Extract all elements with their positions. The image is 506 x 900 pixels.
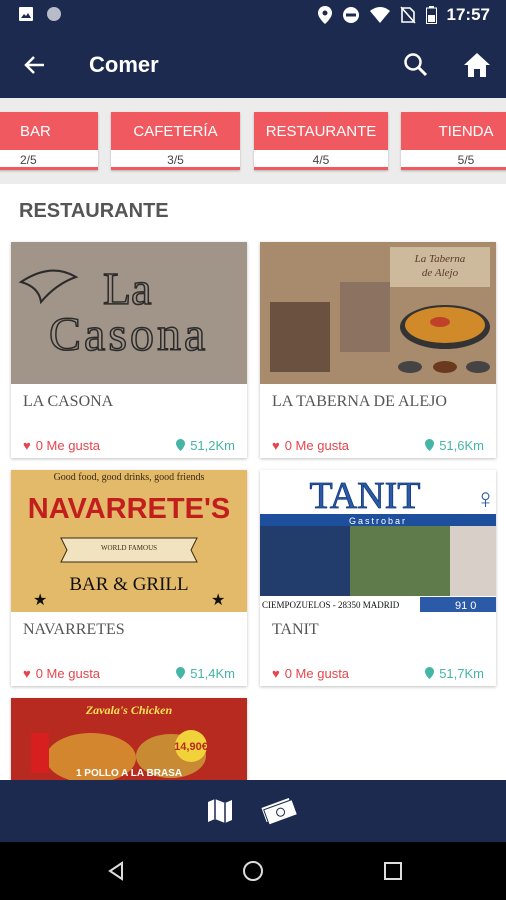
- restaurant-name: LA CASONA: [23, 393, 114, 410]
- tab-count: 3/5: [111, 150, 240, 170]
- tab-count: 4/5: [254, 150, 388, 170]
- logo-banner: WORLD FAMOUS: [101, 544, 157, 552]
- likes[interactable]: ♥ 0 Me gusta: [23, 432, 100, 458]
- logo-subtext: Gastrobar: [349, 516, 407, 526]
- tab-label: CAFETERÍA: [111, 112, 240, 150]
- distance-label: 51,4Km: [190, 665, 235, 681]
- wifi-icon: [369, 7, 390, 23]
- location-pin-icon: [176, 667, 186, 679]
- likes[interactable]: ♥ 0 Me gusta: [272, 660, 349, 686]
- bottom-nav: [0, 780, 506, 842]
- tab-label: RESTAURANTE: [254, 112, 388, 150]
- recents-square-icon[interactable]: [381, 859, 405, 883]
- price-text: 14,90€: [174, 741, 208, 753]
- image-icon: [19, 7, 33, 21]
- map-icon[interactable]: [205, 796, 235, 826]
- tab-tienda[interactable]: TIENDA 5/5: [401, 112, 506, 170]
- heart-icon: ♥: [272, 665, 280, 681]
- money-icon[interactable]: [259, 796, 297, 826]
- tanit-symbol-icon: ♀: [475, 483, 496, 514]
- restaurant-card[interactable]: Zavala's Chicken 14,90€ 1 POLLO A LA BRA…: [11, 698, 247, 780]
- tanit-logo: TANIT ♀ Gastrobar CIEMPOZUELOS - 28350 M…: [260, 470, 496, 612]
- restaurant-image: Zavala's Chicken 14,90€ 1 POLLO A LA BRA…: [11, 698, 247, 780]
- restaurant-list: RESTAURANTE La Casona LA CASONA ♥ 0 Me g…: [0, 184, 506, 780]
- search-icon[interactable]: [402, 51, 430, 79]
- back-triangle-icon[interactable]: [104, 859, 128, 883]
- navarretes-logo: Good food, good drinks, good friends NAV…: [11, 470, 247, 612]
- location-pin-icon: [425, 667, 435, 679]
- likes-label: 0 Me gusta: [284, 437, 350, 453]
- restaurant-image: Good food, good drinks, good friends NAV…: [11, 470, 247, 612]
- logo-text-casona: Casona: [49, 308, 208, 361]
- battery-icon: [425, 6, 437, 24]
- home-circle-icon[interactable]: [241, 859, 265, 883]
- star-icon: ★: [211, 592, 225, 609]
- address-text: CIEMPOZUELOS - 28350 MADRID: [262, 600, 400, 610]
- heart-icon: ♥: [23, 665, 31, 681]
- no-sim-icon: [399, 6, 416, 24]
- restaurant-image: La Taberna de Alejo: [260, 242, 496, 384]
- heart-icon: ♥: [23, 437, 31, 453]
- likes-label: 0 Me gusta: [284, 665, 350, 681]
- logo-text: Zavala's Chicken: [85, 703, 173, 717]
- distance: 51,7Km: [425, 660, 484, 686]
- tab-count: 5/5: [401, 150, 506, 170]
- restaurant-card[interactable]: TANIT ♀ Gastrobar CIEMPOZUELOS - 28350 M…: [260, 470, 496, 686]
- offer-text: 1 POLLO A LA BRASA: [76, 768, 182, 779]
- app-bar: Comer: [0, 32, 506, 98]
- distance-label: 51,7Km: [439, 665, 484, 681]
- category-tabs: BAR 2/5 CAFETERÍA 3/5 RESTAURANTE 4/5 TI…: [0, 98, 506, 184]
- logo-subtext: BAR & GRILL: [69, 574, 188, 595]
- distance-label: 51,2Km: [190, 437, 235, 453]
- distance: 51,4Km: [176, 660, 235, 686]
- status-bar: 17:57: [0, 0, 506, 32]
- likes[interactable]: ♥ 0 Me gusta: [23, 660, 100, 686]
- distance-label: 51,6Km: [439, 437, 484, 453]
- restaurant-name: NAVARRETES: [23, 621, 125, 638]
- distance: 51,2Km: [176, 432, 235, 458]
- back-arrow-icon[interactable]: [22, 52, 48, 78]
- restaurant-card[interactable]: La Taberna de Alejo LA TABERNA DE ALEJO …: [260, 242, 496, 458]
- section-title: RESTAURANTE: [19, 200, 169, 222]
- heart-icon: ♥: [272, 437, 280, 453]
- tab-cafeteria[interactable]: CAFETERÍA 3/5: [111, 112, 240, 170]
- page-title: Comer: [89, 52, 159, 77]
- likes-label: 0 Me gusta: [35, 437, 101, 453]
- tab-label: TIENDA: [401, 112, 506, 150]
- location-pin-icon: [425, 439, 435, 451]
- logo-text-la: La: [103, 263, 152, 314]
- la-casona-logo: La Casona: [18, 262, 208, 362]
- circle-icon: [47, 7, 61, 21]
- restaurant-image: La Casona: [11, 242, 247, 384]
- likes-label: 0 Me gusta: [35, 665, 101, 681]
- restaurant-card[interactable]: La Casona LA CASONA ♥ 0 Me gusta 51,2Km: [11, 242, 247, 458]
- restaurant-name: LA TABERNA DE ALEJO: [272, 393, 447, 410]
- status-time: 17:57: [446, 5, 490, 24]
- system-nav-bar: [0, 842, 506, 900]
- logo-text: TANIT: [310, 475, 421, 517]
- restaurant-name: TANIT: [272, 621, 319, 638]
- likes[interactable]: ♥ 0 Me gusta: [272, 432, 349, 458]
- restaurant-image: TANIT ♀ Gastrobar CIEMPOZUELOS - 28350 M…: [260, 470, 496, 612]
- tab-label: BAR: [0, 112, 98, 150]
- zavalas-chicken-logo: Zavala's Chicken 14,90€ 1 POLLO A LA BRA…: [11, 698, 247, 780]
- taberna-logo-text-2: de Alejo: [422, 267, 459, 279]
- dnd-icon: [342, 7, 359, 23]
- logo-text: NAVARRETE'S: [28, 493, 230, 525]
- distance: 51,6Km: [425, 432, 484, 458]
- logo-tagline: Good food, good drinks, good friends: [54, 472, 205, 483]
- taberna-photo: La Taberna de Alejo: [260, 242, 496, 384]
- home-icon[interactable]: [462, 50, 492, 80]
- tab-count: 2/5: [0, 150, 98, 170]
- star-icon: ★: [33, 592, 47, 609]
- location-pin-icon: [176, 439, 186, 451]
- phone-text: 91 0: [455, 600, 476, 612]
- restaurant-card[interactable]: Good food, good drinks, good friends NAV…: [11, 470, 247, 686]
- location-icon: [317, 6, 332, 24]
- taberna-logo-text: La Taberna: [414, 253, 466, 265]
- tab-restaurante[interactable]: RESTAURANTE 4/5: [254, 112, 388, 170]
- tab-bar[interactable]: BAR 2/5: [0, 112, 98, 170]
